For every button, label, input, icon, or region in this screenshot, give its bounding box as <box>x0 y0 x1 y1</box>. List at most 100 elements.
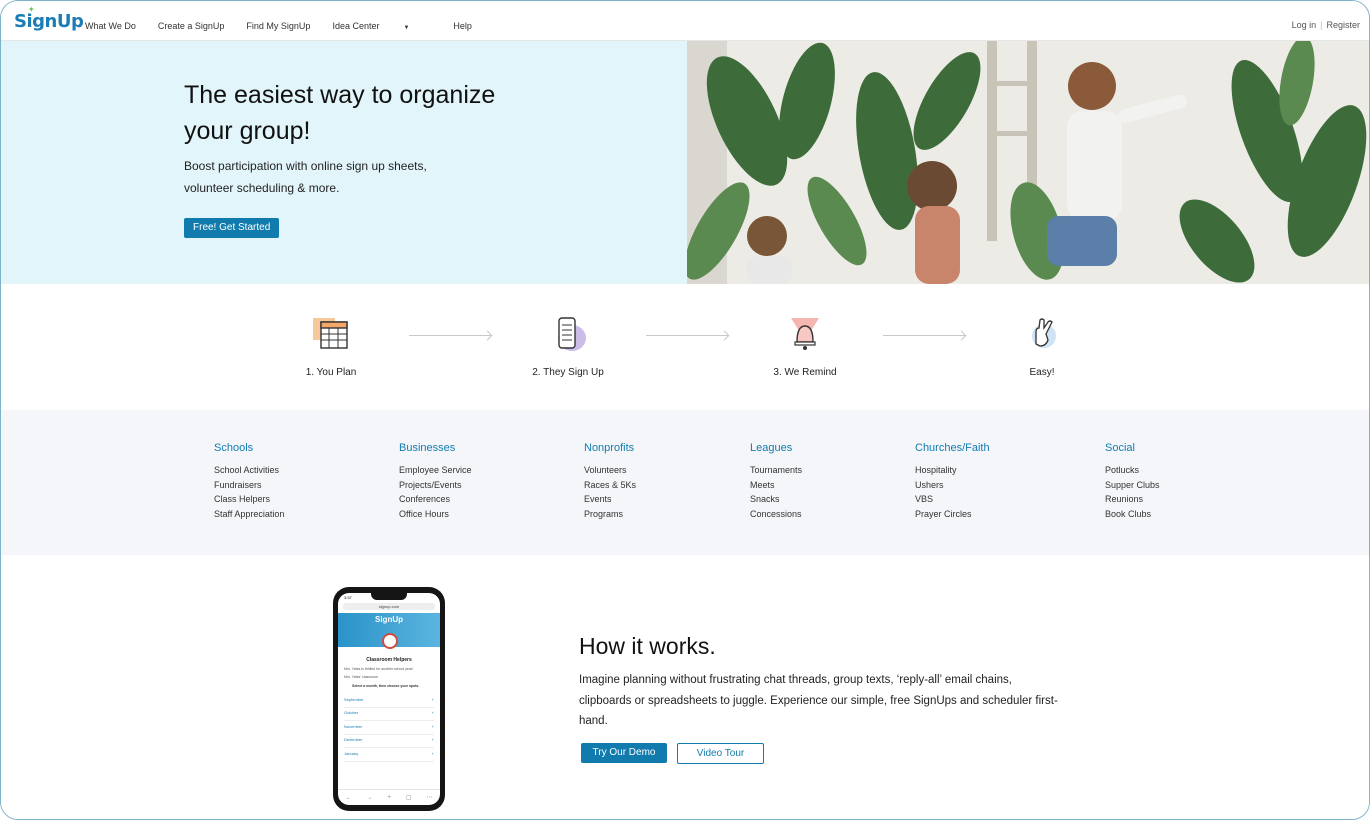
try-demo-button[interactable]: Try Our Demo <box>581 743 667 763</box>
phone-mockup: 3:57 signup.com SignUp Classroom Helpers… <box>333 587 445 811</box>
category-social: Social Potlucks Supper Clubs Reunions Bo… <box>1105 442 1160 521</box>
category-link[interactable]: Prayer Circles <box>915 507 990 522</box>
category-heading[interactable]: Leagues <box>750 442 802 454</box>
phone-url-bar: signup.com <box>343 603 435 610</box>
video-tour-button[interactable]: Video Tour <box>677 743 764 764</box>
month-label: December <box>344 737 363 742</box>
plus-icon: + <box>431 710 434 715</box>
category-link[interactable]: Fundraisers <box>214 478 284 493</box>
hero-section: The easiest way to organize your group! … <box>1 41 1369 284</box>
nav-help[interactable]: Help <box>453 21 472 31</box>
tabs-icon: ▢ <box>405 795 412 801</box>
category-link[interactable]: Class Helpers <box>214 492 284 507</box>
nav-create-signup[interactable]: Create a SignUp <box>158 21 225 31</box>
phone-screen: 3:57 signup.com SignUp Classroom Helpers… <box>338 593 440 805</box>
get-started-button[interactable]: Free! Get Started <box>184 218 280 238</box>
category-link[interactable]: School Activities <box>214 463 284 478</box>
category-link[interactable]: Events <box>584 492 636 507</box>
phone-signup-title: Classroom Helpers <box>366 657 412 663</box>
category-link[interactable]: Concessions <box>750 507 802 522</box>
nav-links: What We Do Create a SignUp Find My SignU… <box>85 21 494 31</box>
category-link[interactable]: Programs <box>584 507 636 522</box>
crossed-fingers-icon <box>1032 318 1056 348</box>
category-link[interactable]: Volunteers <box>584 463 636 478</box>
nav-what-we-do[interactable]: What We Do <box>85 21 136 31</box>
phone-month-row: October + <box>344 710 434 721</box>
category-link[interactable]: VBS <box>915 492 990 507</box>
category-businesses: Businesses Employee Service Projects/Eve… <box>399 442 472 521</box>
phone-notch <box>371 593 407 600</box>
category-link[interactable]: Snacks <box>750 492 802 507</box>
forward-icon: → <box>366 794 373 801</box>
phone-month-row: January + <box>344 751 434 762</box>
nav-idea-center-label: Idea Center <box>332 21 380 31</box>
plus-icon: + <box>431 737 434 742</box>
step-easy: Easy! <box>992 314 1092 378</box>
category-churches-faith: Churches/Faith Hospitality Ushers VBS Pr… <box>915 442 990 521</box>
step-label: 1. You Plan <box>305 367 357 378</box>
category-heading[interactable]: Nonprofits <box>584 442 636 454</box>
hero-photo <box>687 41 1369 284</box>
category-link[interactable]: Meets <box>750 478 802 493</box>
category-link[interactable]: Ushers <box>915 478 990 493</box>
how-it-works-section: 3:57 signup.com SignUp Classroom Helpers… <box>1 555 1369 819</box>
family-plants-image <box>687 41 1369 284</box>
hero-title: The easiest way to organize your group! <box>184 81 496 145</box>
phone-month-row: December + <box>344 737 434 748</box>
category-heading[interactable]: Businesses <box>399 442 472 454</box>
phone-toolbar: ← → + ▢ ⋯ <box>338 789 440 805</box>
nav-idea-center[interactable]: Idea Center ▼ <box>332 21 431 31</box>
category-leagues: Leagues Tournaments Meets Snacks Concess… <box>750 442 802 521</box>
auth-links: Log in | Register <box>1292 20 1360 30</box>
arrow-icon <box>883 335 965 336</box>
step-you-plan: 1. You Plan <box>281 314 381 378</box>
category-link[interactable]: Conferences <box>399 492 472 507</box>
add-icon: + <box>387 794 391 801</box>
phone-month-row: November + <box>344 724 434 735</box>
hero-subtitle: Boost participation with online sign up … <box>184 159 427 195</box>
category-link[interactable]: Hospitality <box>915 463 990 478</box>
nav-find-my-signup[interactable]: Find My SignUp <box>246 21 310 31</box>
phone-checklist-icon <box>558 317 586 351</box>
plus-icon: + <box>431 751 434 756</box>
arrow-icon <box>646 335 728 336</box>
phone-time: 3:57 <box>344 595 352 600</box>
category-link[interactable]: Employee Service <box>399 463 472 478</box>
category-link[interactable]: Book Clubs <box>1105 507 1160 522</box>
phone-badge-icon <box>382 633 398 649</box>
category-link[interactable]: Reunions <box>1105 492 1160 507</box>
month-label: October <box>344 710 359 715</box>
category-heading[interactable]: Schools <box>214 442 284 454</box>
category-link[interactable]: Races & 5Ks <box>584 478 636 493</box>
phone-month-row: September + <box>344 697 434 708</box>
phone-text: Mrs. Yates' classroom <box>344 675 378 679</box>
how-text: Imagine planning without frustrating cha… <box>579 674 1058 727</box>
step-they-sign-up: 2. They Sign Up <box>518 314 618 378</box>
bell-icon <box>791 318 819 350</box>
logo-text: SignUp <box>14 11 84 32</box>
category-nonprofits: Nonprofits Volunteers Races & 5Ks Events… <box>584 442 636 521</box>
top-nav: ✦ SignUp What We Do Create a SignUp Find … <box>1 1 1369 41</box>
category-link[interactable]: Office Hours <box>399 507 472 522</box>
category-link[interactable]: Supper Clubs <box>1105 478 1160 493</box>
step-we-remind: 3. We Remind <box>755 314 855 378</box>
chevron-down-icon: ▼ <box>403 25 410 31</box>
login-link[interactable]: Log in <box>1292 20 1317 30</box>
category-heading[interactable]: Social <box>1105 442 1160 454</box>
month-label: November <box>344 724 363 729</box>
steps-section: 1. You Plan 2. They Sign Up 3. We Remind… <box>1 284 1369 410</box>
plus-icon: + <box>431 724 434 729</box>
back-icon: ← <box>345 794 352 801</box>
category-link[interactable]: Potlucks <box>1105 463 1160 478</box>
phone-text: Select a month, then choose your spots. <box>352 684 420 688</box>
category-link[interactable]: Staff Appreciation <box>214 507 284 522</box>
signup-logo[interactable]: ✦ SignUp <box>14 5 84 32</box>
category-link[interactable]: Projects/Events <box>399 478 472 493</box>
register-link[interactable]: Register <box>1326 20 1360 30</box>
category-heading[interactable]: Churches/Faith <box>915 442 990 454</box>
how-title: How it works. <box>579 633 716 659</box>
calendar-icon <box>313 318 348 349</box>
plus-icon: + <box>431 697 434 702</box>
leaf-icon: ✦ <box>28 5 35 14</box>
category-link[interactable]: Tournaments <box>750 463 802 478</box>
